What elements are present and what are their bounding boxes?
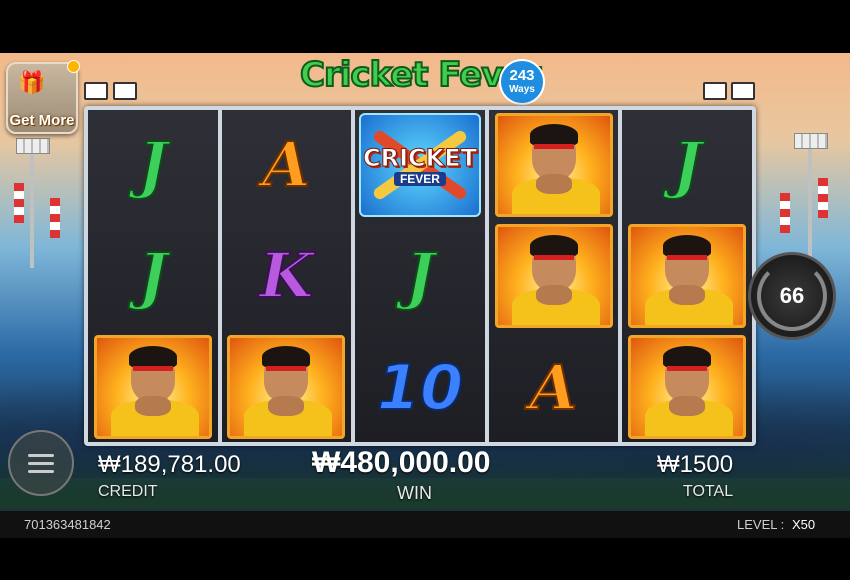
- symbol-a: A: [261, 127, 311, 202]
- reel-cell: [489, 110, 619, 219]
- cricketer-symbol: [628, 223, 747, 328]
- credit-value: ₩189,781.00: [98, 451, 241, 478]
- reel-cell: J: [88, 221, 218, 330]
- credit-label: CREDIT: [98, 483, 158, 500]
- total-label: TOTAL: [683, 483, 734, 500]
- flag-decoration: [50, 198, 60, 238]
- reel-5: J: [622, 110, 752, 442]
- footer-bar: 701363481842 LEVEL : X50: [0, 511, 850, 538]
- reel-cell: CRICKET FEVER: [355, 110, 485, 219]
- reel-cell: 10: [355, 333, 485, 442]
- ways-number: 243: [509, 67, 535, 84]
- level-value: X50: [792, 517, 816, 532]
- reel-2: AK: [221, 110, 352, 442]
- symbol-j: J: [137, 127, 168, 202]
- cricketer-symbol: [227, 335, 346, 440]
- get-more-button[interactable]: 🎁 Get More: [6, 60, 80, 134]
- reel-cell: J: [88, 110, 218, 219]
- symbol-j: J: [137, 238, 168, 313]
- reel-cell: A: [489, 333, 619, 442]
- win-value: ₩480,000.00: [312, 446, 491, 479]
- reel-1: JJ: [88, 110, 218, 442]
- reel-grid: J J A K CRICKET FEVER J 10 A J: [88, 110, 752, 442]
- menu-icon: [28, 453, 54, 457]
- get-more-label: Get More: [9, 112, 75, 129]
- game-stage: 🎁 Get More Cricket Fever 243 Ways J J A K CR…: [0, 53, 850, 538]
- stadium-light-icon: [16, 138, 50, 268]
- reel-cell: [622, 333, 752, 442]
- autospin-counter: 66: [779, 283, 805, 308]
- reel-cell: [222, 333, 352, 442]
- flag-decoration: [780, 193, 790, 233]
- reel-cell: A: [222, 110, 352, 219]
- reel-cell: [88, 333, 218, 442]
- symbol-k: K: [258, 238, 314, 313]
- reel-3: CRICKET FEVER J 10: [355, 110, 485, 442]
- ways-text: Ways: [509, 84, 535, 95]
- reel-cell: J: [622, 110, 752, 219]
- cricketer-symbol: [628, 335, 747, 440]
- reel-cell: [622, 221, 752, 330]
- symbol-j: J: [404, 238, 435, 313]
- reel-cell: K: [222, 221, 352, 330]
- reel-frame: J J A K CRICKET FEVER J 10 A J: [84, 106, 756, 446]
- total-value: ₩1500: [657, 451, 734, 478]
- symbol-a: A: [529, 350, 579, 425]
- stadium-light-icon: [731, 82, 755, 100]
- symbol-j: J: [672, 127, 703, 202]
- gift-icon: 🎁: [18, 70, 46, 95]
- ways-badge: 243 Ways: [499, 59, 545, 105]
- stadium-light-icon: [84, 82, 108, 100]
- symbol-10: 10: [376, 350, 464, 425]
- notification-dot: [67, 60, 80, 73]
- win-label: WIN: [397, 483, 432, 503]
- reel-cell: J: [355, 221, 485, 330]
- session-id: 701363481842: [24, 517, 111, 532]
- cricketer-symbol: [93, 335, 212, 440]
- stadium-light-icon: [703, 82, 727, 100]
- autospin-button[interactable]: 66: [748, 252, 836, 340]
- cricketer-symbol: [494, 223, 613, 328]
- flag-decoration: [818, 178, 828, 218]
- reel-cell: [489, 221, 619, 330]
- menu-button[interactable]: [8, 430, 74, 496]
- cricketer-symbol: [494, 112, 613, 217]
- stadium-light-icon: [794, 133, 828, 263]
- reel-4: A: [488, 110, 619, 442]
- level-label: LEVEL :: [737, 517, 785, 532]
- flag-decoration: [14, 183, 24, 223]
- stadium-light-icon: [113, 82, 137, 100]
- game-logo: Cricket Fever 243 Ways: [299, 54, 545, 111]
- scatter-symbol: CRICKET FEVER: [358, 112, 481, 217]
